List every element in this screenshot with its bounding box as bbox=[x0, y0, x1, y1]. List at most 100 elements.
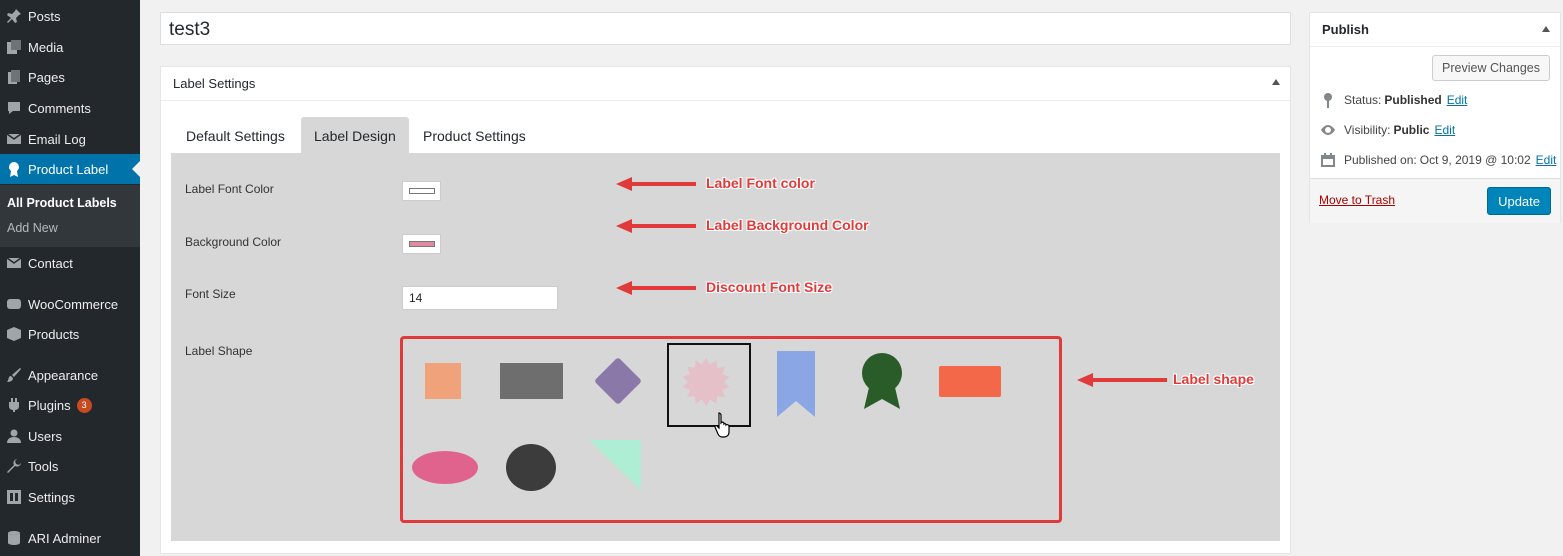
shape-diamond[interactable] bbox=[593, 356, 643, 406]
submenu-item-all-product-labels[interactable]: All Product Labels bbox=[7, 196, 117, 210]
brush-icon bbox=[0, 360, 28, 390]
font-color-label: Label Font Color bbox=[185, 182, 274, 196]
user-icon bbox=[0, 421, 28, 451]
update-button[interactable]: Update bbox=[1487, 187, 1551, 215]
tab-product-settings[interactable]: Product Settings bbox=[410, 117, 539, 154]
collapse-arrow-icon[interactable] bbox=[1542, 26, 1550, 32]
published-on-edit-link[interactable]: Edit bbox=[1536, 153, 1557, 167]
sidebar-item-label: Pages bbox=[28, 69, 65, 85]
annotation-font-size: Discount Font Size bbox=[706, 279, 832, 295]
box-icon bbox=[0, 319, 28, 349]
status-value: Published bbox=[1384, 93, 1442, 107]
sidebar-item-label: Products bbox=[28, 326, 80, 342]
preview-changes-button[interactable]: Preview Changes bbox=[1432, 55, 1550, 81]
sidebar-item-label: Contact bbox=[28, 255, 73, 271]
publish-box: Publish Preview Changes Status: Publishe… bbox=[1309, 12, 1561, 223]
visibility-label: Visibility: bbox=[1344, 123, 1391, 137]
tab-label-design[interactable]: Label Design bbox=[301, 117, 409, 154]
plugin-icon bbox=[0, 390, 28, 420]
shape-square[interactable] bbox=[425, 363, 461, 399]
product-label-submenu: All Product Labels Add New bbox=[0, 185, 140, 247]
sidebar-item-settings[interactable]: Settings bbox=[0, 482, 140, 512]
background-color-chip bbox=[408, 241, 435, 247]
status-label: Status: bbox=[1344, 93, 1382, 107]
visibility-edit-link[interactable]: Edit bbox=[1434, 123, 1455, 137]
award-icon bbox=[0, 154, 28, 184]
sidebar-item-product-label[interactable]: Product Label bbox=[0, 154, 140, 184]
sidebar-item-email-log[interactable]: Email Log bbox=[0, 124, 140, 154]
visibility-value: Public bbox=[1393, 123, 1430, 137]
background-color-label: Background Color bbox=[185, 235, 282, 249]
annotation-background-color: Label Background Color bbox=[706, 217, 869, 233]
shape-rectangle[interactable] bbox=[500, 363, 563, 399]
sidebar-item-label: Product Label bbox=[28, 161, 109, 177]
tab-default-settings[interactable]: Default Settings bbox=[173, 117, 298, 154]
published-on-value: Oct 9, 2019 @ 10:02 bbox=[1419, 153, 1531, 167]
shape-rosette[interactable] bbox=[858, 353, 906, 411]
woocommerce-icon bbox=[0, 289, 28, 319]
database-icon bbox=[0, 523, 28, 553]
hand-cursor-icon bbox=[714, 412, 730, 438]
shape-bookmark[interactable] bbox=[777, 351, 815, 417]
sidebar-item-plugins[interactable]: Plugins 3 bbox=[0, 390, 140, 420]
font-color-picker[interactable] bbox=[402, 181, 441, 201]
label-settings-header[interactable]: Label Settings bbox=[161, 67, 1290, 101]
annotation-arrow-icon bbox=[616, 177, 696, 191]
comments-icon bbox=[0, 93, 28, 123]
font-size-input[interactable]: 14 bbox=[402, 286, 558, 310]
sidebar-item-media[interactable]: Media bbox=[0, 32, 140, 62]
calendar-icon bbox=[1321, 153, 1335, 167]
sidebar-item-label: Appearance bbox=[28, 367, 99, 383]
sidebar-item-label: Users bbox=[28, 428, 62, 444]
sidebar-item-label: Tools bbox=[28, 458, 59, 474]
sidebar-item-appearance[interactable]: Appearance bbox=[0, 360, 140, 390]
sidebar-item-label: Plugins bbox=[28, 397, 71, 413]
collapse-arrow-icon[interactable] bbox=[1272, 79, 1280, 85]
shape-oval[interactable] bbox=[412, 451, 478, 484]
label-settings-title: Label Settings bbox=[173, 76, 256, 91]
mail-icon bbox=[0, 248, 28, 278]
sidebar-item-ari-adminer[interactable]: ARI Adminer bbox=[0, 523, 140, 553]
sidebar-item-label: WooCommerce bbox=[28, 296, 119, 312]
shape-circle[interactable] bbox=[506, 444, 556, 491]
annotation-font-color: Label Font color bbox=[706, 175, 815, 191]
sidebar-item-label: Email Log bbox=[28, 131, 86, 147]
label-shape-label: Label Shape bbox=[185, 344, 253, 358]
sidebar-item-pages[interactable]: Pages bbox=[0, 62, 140, 92]
publish-title: Publish bbox=[1322, 22, 1369, 37]
email-icon bbox=[0, 124, 28, 154]
sidebar-item-posts[interactable]: Posts bbox=[0, 1, 140, 31]
label-settings-box: Label Settings Default Settings Label De… bbox=[160, 66, 1291, 554]
sidebar-item-label: Media bbox=[28, 39, 64, 55]
publish-header[interactable]: Publish bbox=[1310, 13, 1560, 47]
sidebar-item-woocommerce[interactable]: WooCommerce bbox=[0, 289, 140, 319]
sidebar-item-label: Posts bbox=[28, 8, 61, 24]
media-icon bbox=[0, 32, 28, 62]
sidebar-item-comments[interactable]: Comments bbox=[0, 93, 140, 123]
published-on-label: Published on: bbox=[1344, 153, 1417, 167]
pin-icon bbox=[1324, 93, 1332, 108]
background-color-picker[interactable] bbox=[402, 234, 441, 254]
submenu-item-add-new[interactable]: Add New bbox=[7, 221, 58, 235]
shape-wide-rectangle[interactable] bbox=[939, 366, 1001, 397]
label-design-panel: Label Font Color Background Color Font S… bbox=[171, 153, 1280, 541]
status-row: Status: Published Edit bbox=[1320, 92, 1467, 108]
font-color-chip bbox=[408, 188, 435, 194]
sidebar-item-users[interactable]: Users bbox=[0, 421, 140, 451]
sidebar-item-products[interactable]: Products bbox=[0, 319, 140, 349]
shape-starburst[interactable] bbox=[681, 357, 731, 407]
shape-triangle[interactable] bbox=[589, 440, 641, 490]
annotation-arrow-icon bbox=[616, 219, 696, 233]
sidebar-item-contact[interactable]: Contact bbox=[0, 248, 140, 278]
status-edit-link[interactable]: Edit bbox=[1447, 93, 1468, 107]
pushpin-icon bbox=[0, 1, 28, 31]
sidebar-item-tools[interactable]: Tools bbox=[0, 451, 140, 481]
publish-actions: Move to Trash Update bbox=[1310, 178, 1560, 223]
annotation-arrow-icon bbox=[1077, 373, 1167, 387]
post-title-input[interactable]: test3 bbox=[160, 12, 1291, 45]
move-to-trash-link[interactable]: Move to Trash bbox=[1319, 193, 1395, 207]
annotation-arrow-icon bbox=[616, 281, 696, 295]
sidebar-item-label: Comments bbox=[28, 100, 91, 116]
annotation-label-shape: Label shape bbox=[1173, 371, 1254, 387]
font-size-label: Font Size bbox=[185, 287, 236, 301]
